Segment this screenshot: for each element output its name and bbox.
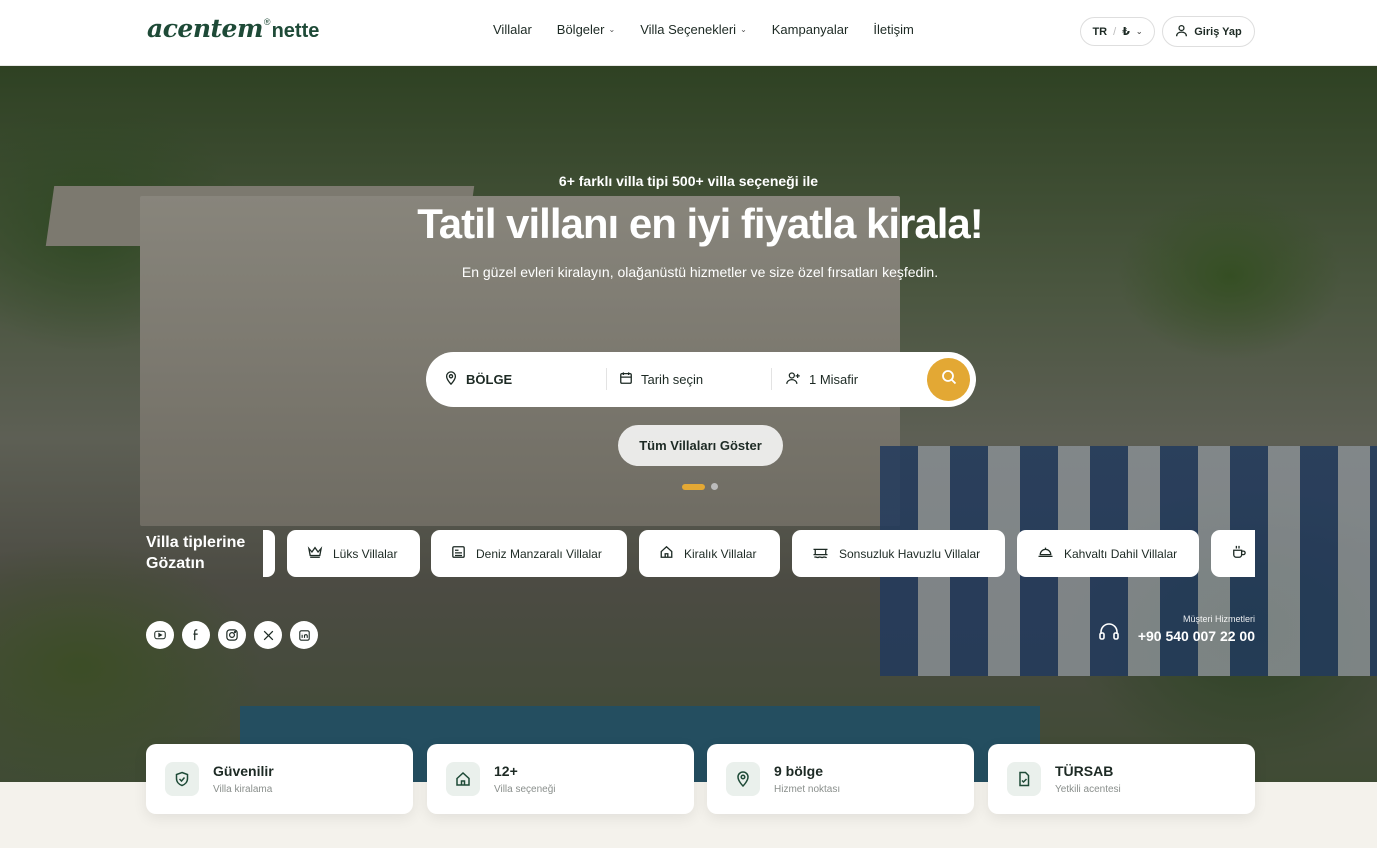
villa-type-chip-more[interactable] (1211, 530, 1255, 577)
stat-text: Güvenilir Villa kiralama (213, 763, 274, 795)
separator: / (1113, 25, 1117, 38)
linkedin-icon[interactable] (290, 621, 318, 649)
region-field[interactable]: BÖLGE (444, 352, 512, 407)
chip-label: Sonsuzluk Havuzlu Villalar (839, 546, 981, 561)
guests-label: 1 Misafir (809, 371, 859, 387)
villa-types-title-line2: Gözatın (146, 555, 205, 572)
carousel-dot-active[interactable] (682, 483, 705, 490)
stat-card-bolge: 9 bölge Hizmet noktası (707, 744, 974, 814)
house-icon (659, 545, 674, 562)
sea-view-icon (451, 545, 466, 562)
pool-icon (812, 545, 829, 562)
villa-types-prev-chip-edge[interactable] (263, 530, 275, 577)
carousel-dot[interactable] (711, 483, 718, 490)
document-icon (1007, 762, 1041, 796)
nav-item-iletisim[interactable]: İletişim (873, 22, 913, 37)
villa-type-chip-kahvalti-dahil[interactable]: Kahvaltı Dahil Villalar (1017, 530, 1199, 577)
stat-title: TÜRSAB (1055, 763, 1114, 779)
stat-title: 12+ (494, 763, 518, 779)
nav-label: Villa Seçenekleri (640, 22, 737, 37)
calendar-icon (619, 371, 633, 388)
hero-subtitle: En güzel evleri kiralayın, olağanüstü hi… (461, 264, 939, 280)
logo-main: acentem (147, 14, 263, 43)
stat-subtitle: Hizmet noktası (774, 784, 841, 795)
youtube-icon[interactable] (146, 621, 174, 649)
add-guest-icon (786, 371, 801, 388)
location-pin-icon (444, 371, 458, 388)
nav-item-villalar[interactable]: Villalar (493, 22, 532, 37)
facebook-icon[interactable] (182, 621, 210, 649)
villa-type-chip-luks[interactable]: Lüks Villalar (287, 530, 420, 577)
chip-label: Deniz Manzaralı Villalar (476, 546, 602, 561)
stat-text: 12+ Villa seçeneği (494, 763, 556, 795)
logo-mark: ® (263, 17, 271, 27)
region-label: BÖLGE (466, 372, 513, 387)
nav-label: Bölgeler (556, 22, 605, 37)
stat-title: Güvenilir (213, 763, 274, 779)
date-label: Tarih seçin (641, 371, 704, 387)
logo[interactable]: acentem ® nette (147, 14, 319, 44)
chevron-down-icon: ⌄ (608, 25, 616, 34)
chip-label: Kahvaltı Dahil Villalar (1064, 546, 1178, 561)
villa-type-chip-kiralik[interactable]: Kiralık Villalar (639, 530, 780, 577)
login-label: Giriş Yap (1194, 25, 1242, 38)
villa-type-chip-deniz-manzarali[interactable]: Deniz Manzaralı Villalar (431, 530, 627, 577)
stat-card-guvenilir: Güvenilir Villa kiralama (146, 744, 413, 814)
location-icon (726, 762, 760, 796)
stat-subtitle: Villa kiralama (213, 784, 273, 795)
site-header: acentem ® nette Villalar Bölgeler ⌄ Vill… (0, 0, 1377, 66)
hero-section: 6+ farklı villa tipi 500+ villa seçeneği… (0, 66, 1377, 782)
support-phone[interactable]: +90 540 007 22 00 (1138, 628, 1255, 644)
main-nav: Villalar Bölgeler ⌄ Villa Seçenekleri ⌄ … (493, 22, 914, 37)
stat-text: 9 bölge Hizmet noktası (774, 763, 840, 795)
breakfast-icon (1037, 545, 1054, 562)
stat-title: 9 bölge (774, 763, 824, 779)
hero-eyebrow: 6+ farklı villa tipi 500+ villa seçeneği… (558, 173, 819, 189)
villa-type-chip-sonsuzluk-havuzlu[interactable]: Sonsuzluk Havuzlu Villalar (792, 530, 1005, 577)
show-all-villas-button[interactable]: Tüm Villaları Göster (618, 425, 783, 466)
chevron-down-icon: ⌄ (1135, 27, 1143, 36)
language-label: TR (1092, 25, 1108, 38)
chip-label: Lüks Villalar (333, 546, 398, 561)
stat-subtitle: Villa seçeneği (494, 784, 556, 795)
language-currency-selector[interactable]: TR / ₺ ⌄ (1080, 17, 1155, 46)
villa-types-title-line1: Villa tiplerine (146, 534, 246, 551)
hero-title: Tatil villanı en iyi fiyatla kirala! (417, 200, 983, 247)
coffee-icon (1231, 545, 1247, 562)
carousel-indicators (682, 483, 718, 490)
instagram-icon[interactable] (218, 621, 246, 649)
chevron-down-icon: ⌄ (740, 25, 747, 34)
user-icon (1175, 24, 1188, 40)
stat-card-villa-secenegi: 12+ Villa seçeneği (427, 744, 694, 814)
stat-subtitle: Yetkili acentesi (1055, 784, 1121, 795)
social-links (146, 621, 318, 649)
date-field[interactable]: Tarih seçin (606, 368, 703, 390)
nav-label: Kampanyalar (771, 22, 849, 37)
nav-item-villa-secenekleri[interactable]: Villa Seçenekleri ⌄ (640, 22, 747, 37)
customer-support: Müşteri Hizmetleri +90 540 007 22 00 (1138, 614, 1255, 644)
search-icon (941, 369, 957, 390)
nav-item-bolgeler[interactable]: Bölgeler ⌄ (557, 22, 615, 37)
support-label: Müşteri Hizmetleri (1182, 614, 1255, 624)
stat-text: TÜRSAB Yetkili acentesi (1055, 763, 1121, 795)
guests-field[interactable]: 1 Misafir (771, 368, 858, 390)
villa-type-chips: Lüks Villalar Deniz Manzaralı Villalar K… (287, 530, 1255, 577)
crown-icon (307, 545, 323, 562)
home-icon (446, 762, 480, 796)
logo-suffix: nette (271, 20, 320, 42)
search-button[interactable] (927, 358, 970, 401)
login-button[interactable]: Giriş Yap (1162, 16, 1255, 47)
headset-icon (1098, 621, 1120, 648)
shield-icon (165, 762, 199, 796)
villa-types-title: Villa tiplerine Gözatın (146, 532, 245, 574)
stat-card-tursab: TÜRSAB Yetkili acentesi (988, 744, 1255, 814)
x-icon[interactable] (254, 621, 282, 649)
chip-label: Kiralık Villalar (684, 546, 757, 561)
search-bar: BÖLGE Tarih seçin 1 Misafir (426, 352, 976, 407)
nav-label: Villalar (493, 22, 532, 37)
nav-label: İletişim (873, 22, 914, 37)
nav-item-kampanyalar[interactable]: Kampanyalar (772, 22, 849, 37)
currency-label: ₺ (1122, 26, 1130, 38)
